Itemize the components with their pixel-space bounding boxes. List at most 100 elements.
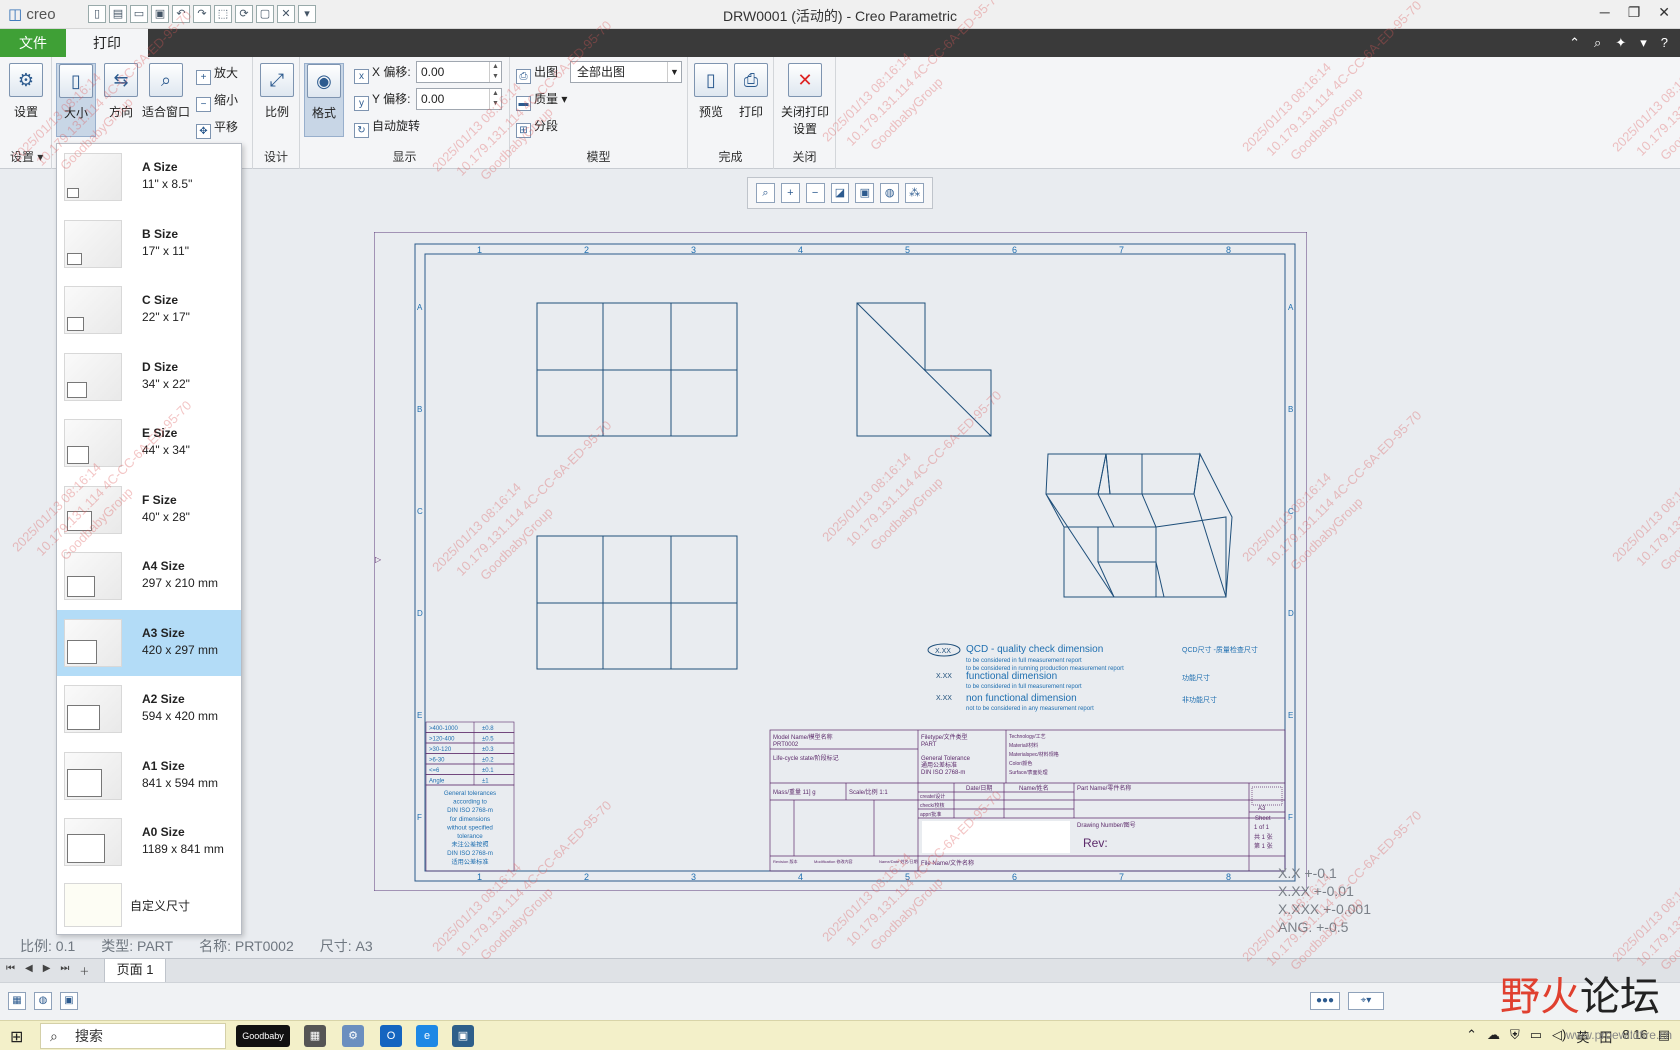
size-option-dims: 594 x 420 mm xyxy=(142,709,219,723)
fullscreen-icon[interactable]: ▣ xyxy=(60,992,78,1010)
size-option[interactable]: A4 Size 297 x 210 mm xyxy=(57,543,241,609)
help-icon[interactable]: ? xyxy=(1661,35,1668,51)
size-option-name: E Size xyxy=(142,426,178,440)
tab-file[interactable]: 文件 xyxy=(0,29,66,57)
dropdown-icon[interactable]: ▾ xyxy=(1640,35,1647,51)
next-page-icon[interactable]: ▶ xyxy=(43,963,51,978)
size-option[interactable]: D Size 34" x 22" xyxy=(57,344,241,410)
taskbar-search[interactable]: ⌕ 搜索 xyxy=(40,1023,226,1049)
tb-part-name: Part Name/零件名称 xyxy=(1077,784,1131,792)
chevron-down-icon[interactable]: ▼ xyxy=(667,62,681,82)
size-option[interactable]: F Size 40" x 28" xyxy=(57,477,241,543)
datum-display-icon[interactable]: ⁂ xyxy=(905,183,925,203)
tb-name: Name/姓名 xyxy=(1019,784,1049,792)
size-option[interactable]: A1 Size 841 x 594 mm xyxy=(57,743,241,809)
fit-window-button[interactable]: ⌕ 适合窗口 xyxy=(136,63,196,120)
size-label: 大小 xyxy=(63,106,88,120)
tb-surface: Surface/表面处理 xyxy=(1009,769,1048,776)
quality-button[interactable]: ▬ 质量 ▾ xyxy=(516,89,567,111)
size-option[interactable]: A2 Size 594 x 420 mm xyxy=(57,676,241,742)
browser-icon[interactable]: ◍ xyxy=(34,992,52,1010)
size-option[interactable]: B Size 17" x 11" xyxy=(57,211,241,277)
calculator-icon[interactable]: ▦ xyxy=(304,1025,326,1047)
size-option[interactable]: A3 Size 420 x 297 mm xyxy=(57,609,241,676)
print-button[interactable]: ⎙ 打印 xyxy=(728,63,774,120)
restore-icon[interactable]: ❐ xyxy=(1628,4,1641,21)
size-option[interactable]: A Size 11" x 8.5" xyxy=(57,144,241,210)
display-style-icon[interactable]: ▣ xyxy=(855,183,875,203)
page-tab-1[interactable]: 页面 1 xyxy=(104,959,166,983)
y-offset-input[interactable]: 0.00 ▲ ▼ xyxy=(416,88,502,110)
group-display: ◉ 格式 xX 偏移: 0.00 ▲ ▼ yY 偏移: 0.00 ▲ ▼ ↻ 自动旋转 显… xyxy=(300,57,510,169)
view-manager-icon[interactable]: ◍ xyxy=(880,183,900,203)
add-page-icon[interactable]: ＋ xyxy=(79,963,89,978)
close-icon[interactable]: ✕ xyxy=(1658,4,1670,21)
size-option-name: A Size xyxy=(142,160,178,174)
repaint-icon[interactable]: ◪ xyxy=(830,183,850,203)
security-icon[interactable]: ⛨ xyxy=(1510,1027,1520,1046)
prev-page-icon[interactable]: ◀ xyxy=(25,963,33,978)
windows-start-icon[interactable]: ⊞ xyxy=(10,1027,23,1047)
size-option[interactable]: E Size 44" x 34" xyxy=(57,410,241,476)
minimize-icon[interactable]: ─ xyxy=(1600,4,1610,21)
tab-print[interactable]: 打印 xyxy=(66,29,148,57)
tolerance-note-line: tolerance xyxy=(457,833,483,840)
size-button[interactable]: ▯ 大小 xyxy=(56,63,96,137)
goodbaby-app[interactable]: Goodbaby xyxy=(236,1025,290,1047)
first-page-icon[interactable]: ⏮ xyxy=(6,963,15,978)
close-print-button[interactable]: ✕ 关闭打印设置 xyxy=(778,63,832,137)
outlook-icon[interactable]: O xyxy=(380,1025,402,1047)
print-label: 打印 xyxy=(738,105,763,119)
tb-revision: Revision 版本 xyxy=(773,858,797,864)
zone-column-label: 6 xyxy=(1012,245,1017,255)
size-option[interactable]: C Size 22" x 17" xyxy=(57,277,241,343)
zone-column-label: 2 xyxy=(584,872,589,882)
auto-rotate-button[interactable]: ↻ 自动旋转 xyxy=(354,116,420,138)
zoom-out-button[interactable]: − 缩小 xyxy=(196,90,238,112)
zone-column-label: 6 xyxy=(1012,872,1017,882)
zoom-out-icon[interactable]: − xyxy=(805,183,825,203)
model-tree-icon[interactable]: ▦ xyxy=(8,992,26,1010)
refit-icon[interactable]: ⌕ xyxy=(756,183,775,203)
spinner-arrows-icon[interactable]: ▲ ▼ xyxy=(489,89,501,109)
onedrive-icon[interactable]: ☁ xyxy=(1487,1027,1500,1046)
page-nav: ⏮ ◀ ▶ ⏭ ＋ xyxy=(6,963,89,978)
output-select[interactable]: 全部出图 ▼ xyxy=(570,61,682,83)
group-close: ✕ 关闭打印设置 关闭 xyxy=(774,57,836,169)
pan-button[interactable]: ✥ 平移 xyxy=(196,117,238,139)
network-icon[interactable]: ▭ xyxy=(1530,1027,1542,1046)
learning-icon[interactable]: ✦ xyxy=(1615,35,1626,51)
segment-icon: ⊞ xyxy=(516,123,531,138)
drawing-sheet[interactable]: 1 1 2 2 3 3 4 4 5 5 6 6 7 7 8 8 A A B B C C D D E E F F X.XX xyxy=(374,232,1307,891)
paper-thumbnail xyxy=(64,153,122,201)
edge-icon[interactable]: e xyxy=(416,1025,438,1047)
size-option-name: A4 Size xyxy=(142,559,185,573)
format-button[interactable]: ◉ 格式 xyxy=(304,63,344,137)
search-icon[interactable]: ⌕ xyxy=(1594,35,1601,51)
creo-taskbar-icon[interactable]: ▣ xyxy=(452,1025,474,1047)
scale-button[interactable]: ⤢ 比例 xyxy=(254,63,300,120)
spinner-arrows-icon[interactable]: ▲ ▼ xyxy=(489,62,501,82)
zone-row-label: E xyxy=(417,711,422,720)
tray-expand-icon[interactable]: ⌃ xyxy=(1466,1027,1477,1046)
x-offset-input[interactable]: 0.00 ▲ ▼ xyxy=(416,61,502,83)
zoom-in-icon[interactable]: + xyxy=(780,183,800,203)
zoom-in-button[interactable]: + 放大 xyxy=(196,63,238,85)
status-bar: ▦ ◍ ▣ ●●● ⌖▾ xyxy=(0,982,1680,1020)
zoom-in-icon: + xyxy=(196,70,211,85)
selection-filter-icon[interactable]: ⌖▾ xyxy=(1348,992,1384,1010)
custom-size-option[interactable]: 自定义尺寸 xyxy=(57,878,241,932)
segment-button[interactable]: ⊞ 分段 xyxy=(516,116,558,138)
setup-button[interactable]: ⚙ 设置 xyxy=(3,63,49,120)
tolerance-note-line: 适用公差标准 xyxy=(451,858,488,866)
group-setup-label[interactable]: 设置 ▾ xyxy=(0,148,51,165)
collapse-ribbon-icon[interactable]: ⌃ xyxy=(1569,35,1580,51)
pan-icon: ✥ xyxy=(196,124,211,139)
size-option[interactable]: A0 Size 1189 x 841 mm xyxy=(57,809,241,875)
zone-column-label: 3 xyxy=(691,872,696,882)
volume-icon[interactable]: ◁) xyxy=(1552,1027,1566,1046)
last-page-icon[interactable]: ⏭ xyxy=(60,963,69,978)
settings-app-icon[interactable]: ⚙ xyxy=(342,1025,364,1047)
zone-row-label: B xyxy=(1288,405,1293,414)
y-offset-label: yY 偏移: xyxy=(354,89,410,111)
